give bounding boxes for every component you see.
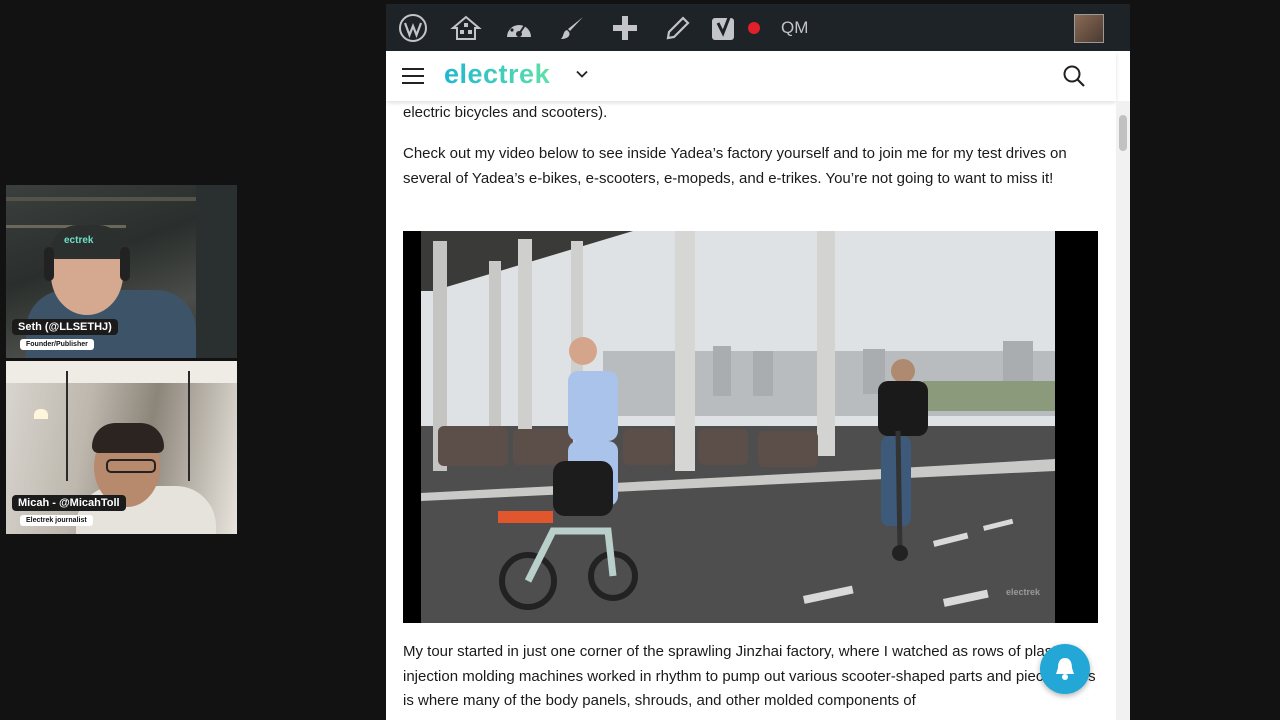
lamp [34,409,48,419]
article-paragraph: electric bicycles and scooters). [403,104,608,121]
embedded-video[interactable]: electrek [403,231,1098,623]
recording-dot-icon [748,21,760,34]
site-logo[interactable]: electrek [444,59,550,90]
glasses [106,459,156,473]
headphones-left [44,247,54,281]
home-network-icon[interactable] [439,4,492,51]
notification-bell-button[interactable] [1040,644,1090,694]
participant-role-label: Founder/Publisher [20,339,94,350]
menu-icon[interactable] [402,68,424,84]
query-monitor-label[interactable]: QM [781,18,808,38]
wp-admin-bar: QM [386,4,1130,51]
dashboard-icon[interactable] [492,4,545,51]
bell-icon [1056,658,1074,680]
headphones-right [120,247,130,281]
participant-role-label: Electrek journalist [20,515,93,526]
wordpress-icon[interactable] [386,4,439,51]
participant-name-label: Seth (@LLSETHJ) [12,319,118,335]
user-avatar[interactable] [1074,14,1104,43]
video-tile-micah: Micah - @MicahToll Electrek journalist [6,361,237,534]
yoast-icon[interactable] [704,4,744,51]
article-paragraph: Check out my video below to see inside Y… [403,145,1067,187]
cap-logo-text: ectrek [64,235,94,246]
video-watermark: electrek [1005,587,1040,597]
video-frame-scene [403,231,1098,623]
page-scrollbar[interactable] [1116,101,1130,720]
brush-icon[interactable] [545,4,598,51]
article-paragraph: My tour started in just one corner of th… [403,643,1096,709]
browser-page: QM electrek electric bicycles and scoote… [386,4,1130,720]
background-cabinet [196,185,237,358]
person-hair [92,423,164,453]
chevron-down-icon[interactable] [576,67,588,79]
plus-icon[interactable] [598,4,651,51]
pencil-icon[interactable] [651,4,704,51]
search-icon[interactable] [1062,64,1086,88]
site-header: electrek [386,51,1116,101]
video-tile-seth: ectrek Seth (@LLSETHJ) Founder/Publisher [6,185,237,358]
participant-name-label: Micah - @MicahToll [12,495,126,511]
scrollbar-thumb[interactable] [1119,115,1127,151]
